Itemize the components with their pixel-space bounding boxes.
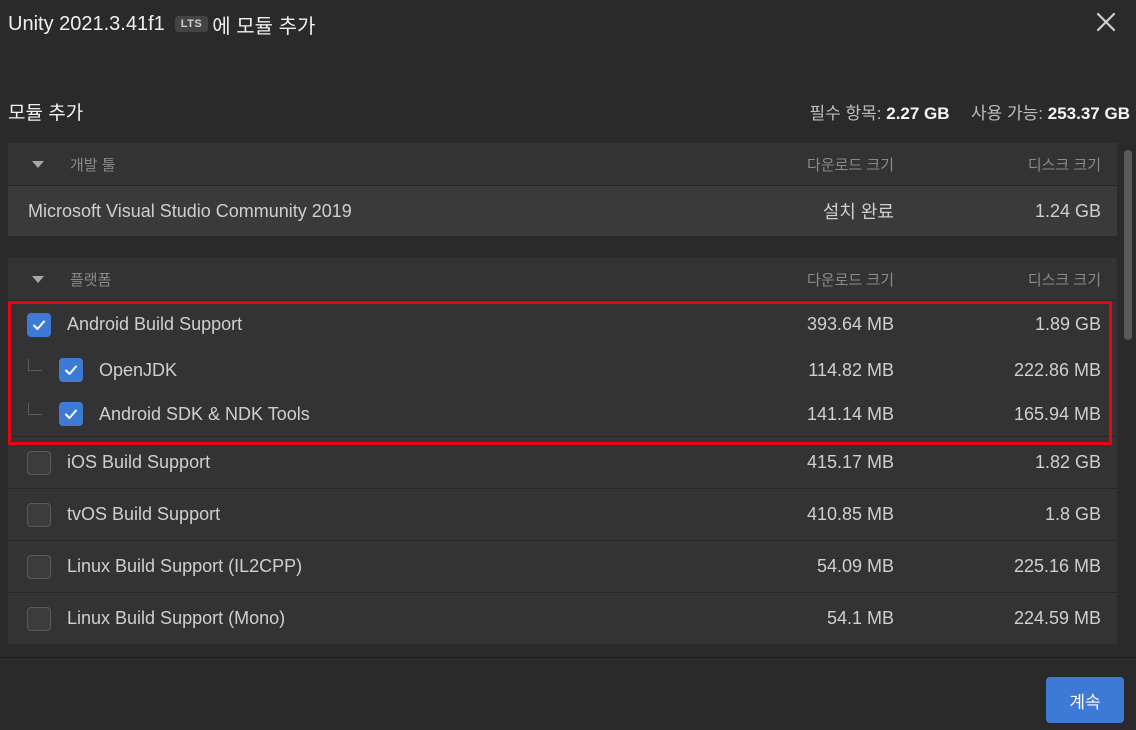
col-disk-size: 디스크 크기 bbox=[1027, 271, 1101, 289]
module-download: 설치 완료 bbox=[822, 202, 894, 222]
available-value: 253.37 GB bbox=[1047, 103, 1130, 123]
module-name: Linux Build Support (IL2CPP) bbox=[67, 556, 303, 576]
col-download-size: 다운로드 크기 bbox=[807, 156, 894, 174]
checkmark-icon bbox=[65, 365, 77, 375]
group-title: 플랫폼 bbox=[70, 271, 112, 289]
module-disk: 1.24 GB bbox=[1034, 200, 1101, 221]
checkbox-linux-mono[interactable] bbox=[27, 606, 51, 631]
list-item[interactable]: Linux Build Support (Mono) 54.1 MB 224.5… bbox=[8, 592, 1117, 644]
section-header: 모듈 추가 필수 항목: 2.27 GB 사용 가능: 253.37 GB bbox=[8, 96, 1130, 126]
module-download: 54.09 MB bbox=[816, 556, 894, 576]
available-label: 사용 가능: bbox=[971, 103, 1044, 123]
caret-down-icon[interactable] bbox=[32, 275, 44, 283]
checkbox-android-sdk[interactable] bbox=[59, 402, 83, 426]
group-header-platform: 플랫폼 다운로드 크기 디스크 크기 bbox=[8, 258, 1117, 300]
scrollbar-thumb[interactable] bbox=[1124, 150, 1132, 340]
list-item[interactable]: iOS Build Support 415.17 MB 1.82 GB bbox=[8, 436, 1117, 488]
col-download-size: 다운로드 크기 bbox=[807, 271, 894, 289]
group-header-dev-tools: 개발 툴 다운로드 크기 디스크 크기 bbox=[8, 143, 1117, 185]
checkmark-icon bbox=[33, 320, 45, 330]
module-download: 410.85 MB bbox=[806, 504, 894, 524]
required-value: 2.27 GB bbox=[886, 103, 950, 123]
module-name: Android SDK & NDK Tools bbox=[99, 403, 310, 424]
module-disk: 222.86 MB bbox=[1013, 359, 1101, 380]
list-item: Microsoft Visual Studio Community 2019 설… bbox=[8, 185, 1117, 236]
storage-summary: 필수 항목: 2.27 GB 사용 가능: 253.37 GB bbox=[809, 99, 1130, 124]
section-title: 모듈 추가 bbox=[8, 102, 84, 124]
checkmark-icon bbox=[65, 409, 77, 419]
list-item[interactable]: Android SDK & NDK Tools 141.14 MB 165.94… bbox=[8, 392, 1117, 436]
tree-connector-icon bbox=[28, 403, 42, 415]
group-dev-tools: 개발 툴 다운로드 크기 디스크 크기 Microsoft Visual Stu… bbox=[8, 143, 1117, 236]
continue-button[interactable]: 계속 bbox=[1046, 677, 1124, 723]
module-name: Microsoft Visual Studio Community 2019 bbox=[28, 200, 352, 221]
checkbox-linux-il2cpp[interactable] bbox=[27, 554, 51, 579]
group-platform: 플랫폼 다운로드 크기 디스크 크기 Android Build Support… bbox=[8, 258, 1117, 644]
module-download: 415.17 MB bbox=[806, 452, 894, 472]
checkbox-tvos[interactable] bbox=[27, 502, 51, 527]
module-disk: 1.82 GB bbox=[1034, 452, 1101, 472]
module-name: Android Build Support bbox=[67, 314, 243, 334]
title-bar: Unity 2021.3.41f1 LTS 에 모듈 추가 bbox=[0, 0, 1136, 48]
list-item[interactable]: OpenJDK 114.82 MB 222.86 MB bbox=[8, 348, 1117, 392]
tree-connector-icon bbox=[28, 359, 42, 371]
list-item[interactable]: tvOS Build Support 410.85 MB 1.8 GB bbox=[8, 488, 1117, 540]
module-disk: 224.59 MB bbox=[1013, 608, 1101, 628]
lts-badge: LTS bbox=[174, 16, 209, 32]
list-item[interactable]: Android Build Support 393.64 MB 1.89 GB bbox=[8, 300, 1117, 348]
window-title-suffix: 에 모듈 추가 bbox=[212, 15, 316, 38]
col-disk-size: 디스크 크기 bbox=[1027, 156, 1101, 174]
module-disk: 1.89 GB bbox=[1034, 314, 1101, 334]
module-list[interactable]: 개발 툴 다운로드 크기 디스크 크기 Microsoft Visual Stu… bbox=[8, 143, 1117, 655]
module-download: 141.14 MB bbox=[806, 403, 894, 424]
checkbox-ios[interactable] bbox=[27, 450, 51, 475]
module-download: 393.64 MB bbox=[806, 314, 894, 334]
required-label: 필수 항목: bbox=[809, 103, 882, 123]
module-name: OpenJDK bbox=[99, 359, 178, 380]
group-title: 개발 툴 bbox=[70, 156, 116, 174]
window-title: Unity 2021.3.41f1 bbox=[8, 12, 165, 35]
checkbox-openjdk[interactable] bbox=[59, 358, 83, 382]
module-name: iOS Build Support bbox=[67, 452, 211, 472]
checkbox-android[interactable] bbox=[27, 312, 51, 337]
module-disk: 165.94 MB bbox=[1013, 403, 1101, 424]
caret-down-icon[interactable] bbox=[32, 160, 44, 168]
close-icon[interactable] bbox=[1094, 10, 1118, 34]
module-name: tvOS Build Support bbox=[67, 504, 221, 524]
module-disk: 225.16 MB bbox=[1013, 556, 1101, 576]
module-name: Linux Build Support (Mono) bbox=[67, 608, 286, 628]
list-item[interactable]: Linux Build Support (IL2CPP) 54.09 MB 22… bbox=[8, 540, 1117, 592]
footer-divider bbox=[0, 657, 1136, 658]
module-download: 114.82 MB bbox=[808, 359, 894, 380]
module-download: 54.1 MB bbox=[826, 608, 894, 628]
module-disk: 1.8 GB bbox=[1044, 504, 1101, 524]
